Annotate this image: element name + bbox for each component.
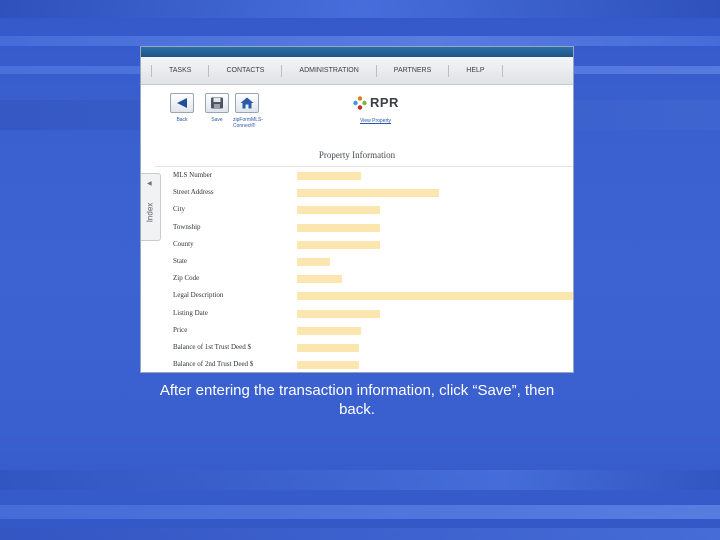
field-label: City bbox=[173, 205, 186, 214]
floppy-disk-icon bbox=[205, 93, 229, 113]
field-row: Balance of 2nd Trust Deed $ bbox=[141, 358, 573, 372]
field-label: County bbox=[173, 239, 194, 248]
rpr-dots-icon bbox=[353, 95, 367, 110]
app-top-bar bbox=[141, 47, 573, 57]
zipform-connect-button[interactable]: zipFormMLS- Connect® bbox=[233, 93, 269, 129]
toolbar: Back Save zipFormMLS- Connect® RPR View … bbox=[141, 85, 573, 145]
background-stripe bbox=[0, 470, 720, 490]
field-input[interactable] bbox=[297, 326, 361, 335]
field-input[interactable] bbox=[297, 309, 380, 318]
save-label: Save bbox=[211, 117, 223, 123]
nav-contacts[interactable]: CONTACTS bbox=[208, 64, 281, 77]
field-input[interactable] bbox=[297, 206, 380, 215]
nav-help[interactable]: HELP bbox=[448, 64, 503, 77]
nav-partners[interactable]: PARTNERS bbox=[375, 64, 448, 77]
app-screenshot: TASKS CONTACTS ADMINISTRATION PARTNERS H… bbox=[141, 47, 573, 372]
field-row: Township bbox=[141, 221, 573, 238]
house-icon bbox=[235, 93, 259, 113]
field-input[interactable] bbox=[297, 189, 439, 198]
field-row: Listing Date bbox=[141, 307, 573, 324]
field-input[interactable] bbox=[297, 223, 380, 232]
field-label: Balance of 2nd Trust Deed $ bbox=[173, 360, 254, 369]
zipform-label: zipFormMLS- Connect® bbox=[233, 117, 269, 129]
field-row: City bbox=[141, 203, 573, 220]
section-divider bbox=[155, 166, 573, 167]
save-button[interactable]: Save bbox=[202, 93, 232, 123]
section-title: Property Information bbox=[318, 150, 396, 160]
field-label: Street Address bbox=[173, 188, 214, 197]
collapse-arrow-icon: ◀ bbox=[147, 181, 152, 187]
field-row: State bbox=[141, 255, 573, 272]
field-input[interactable] bbox=[297, 172, 361, 180]
field-label: Legal Description bbox=[173, 291, 224, 300]
index-tab-label: Index bbox=[145, 202, 155, 223]
background-stripe bbox=[0, 0, 720, 18]
field-row: Street Address bbox=[141, 186, 573, 203]
field-input[interactable] bbox=[297, 240, 380, 249]
property-fields: MLS Number Street Address City Township … bbox=[141, 169, 573, 372]
background-stripe bbox=[0, 528, 720, 540]
rpr-logo-text: RPR bbox=[370, 95, 399, 110]
index-side-tab[interactable]: ◀ Index bbox=[141, 173, 161, 241]
field-input[interactable] bbox=[297, 292, 573, 301]
slide-caption: After entering the transaction informati… bbox=[159, 382, 555, 418]
field-label: Listing Date bbox=[173, 308, 208, 317]
rpr-logo: RPR bbox=[353, 95, 399, 110]
field-label: MLS Number bbox=[173, 171, 213, 179]
field-row: Balance of 1st Trust Deed $ bbox=[141, 341, 573, 358]
field-input[interactable] bbox=[297, 361, 359, 370]
field-row: Legal Description bbox=[141, 289, 573, 306]
field-input[interactable] bbox=[297, 275, 342, 284]
zipform-label-line2: Connect® bbox=[233, 123, 256, 129]
background-stripe bbox=[0, 36, 720, 46]
field-label: Township bbox=[173, 222, 201, 231]
nav-administration[interactable]: ADMINISTRATION bbox=[281, 64, 375, 77]
field-label: State bbox=[173, 256, 187, 265]
view-property-link[interactable]: View Property bbox=[360, 118, 391, 124]
field-label: Price bbox=[173, 325, 188, 334]
field-input[interactable] bbox=[297, 257, 330, 266]
nav-tasks[interactable]: TASKS bbox=[151, 64, 208, 77]
field-row: County bbox=[141, 238, 573, 255]
field-input[interactable] bbox=[297, 343, 359, 352]
field-label: Zip Code bbox=[173, 274, 200, 283]
field-label: Balance of 1st Trust Deed $ bbox=[173, 342, 251, 351]
back-label: Back bbox=[176, 117, 188, 123]
field-row: Zip Code bbox=[141, 272, 573, 289]
main-nav: TASKS CONTACTS ADMINISTRATION PARTNERS H… bbox=[141, 57, 573, 85]
field-row: Price bbox=[141, 324, 573, 341]
back-button[interactable]: Back bbox=[167, 93, 197, 123]
field-row: MLS Number bbox=[141, 169, 573, 186]
background-stripe bbox=[0, 505, 720, 519]
back-arrow-icon bbox=[170, 93, 194, 113]
